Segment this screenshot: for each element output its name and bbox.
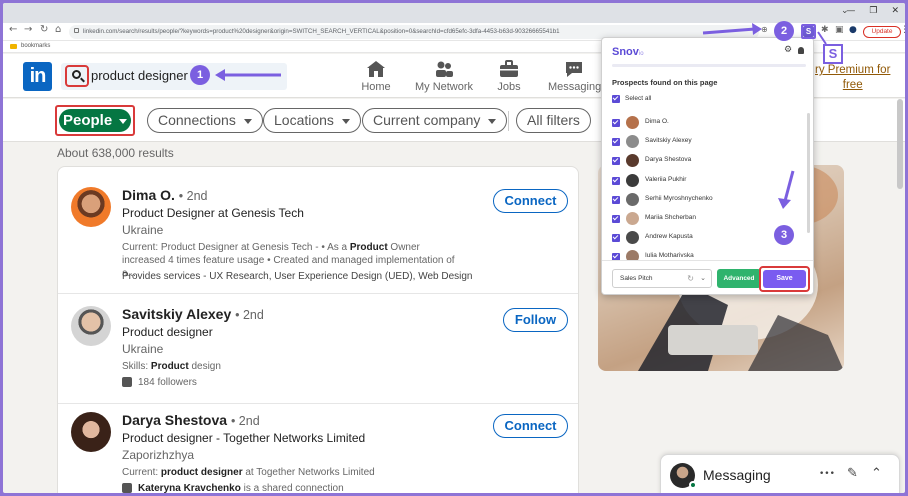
extension-highlight bbox=[801, 24, 816, 39]
messaging-label: Messaging bbox=[703, 467, 771, 483]
more-options-icon[interactable]: ••• bbox=[819, 469, 835, 479]
step-2-badge: 2 bbox=[774, 21, 794, 41]
collapse-icon[interactable]: ⌃ bbox=[871, 466, 882, 481]
annotation-arrows bbox=[215, 23, 827, 209]
browser-window: ⌄ — ❐ ✕ ← → ↻ ⌂ linkedin.com/search/resu… bbox=[3, 3, 905, 493]
messaging-dock[interactable]: Messaging ••• ✎ ⌃ bbox=[660, 454, 900, 493]
online-status-icon bbox=[689, 481, 697, 489]
step-3-badge: 3 bbox=[774, 225, 794, 245]
step-1-badge: 1 bbox=[190, 65, 210, 85]
compose-icon[interactable]: ✎ bbox=[847, 466, 858, 481]
snov-callout: S bbox=[823, 44, 843, 64]
